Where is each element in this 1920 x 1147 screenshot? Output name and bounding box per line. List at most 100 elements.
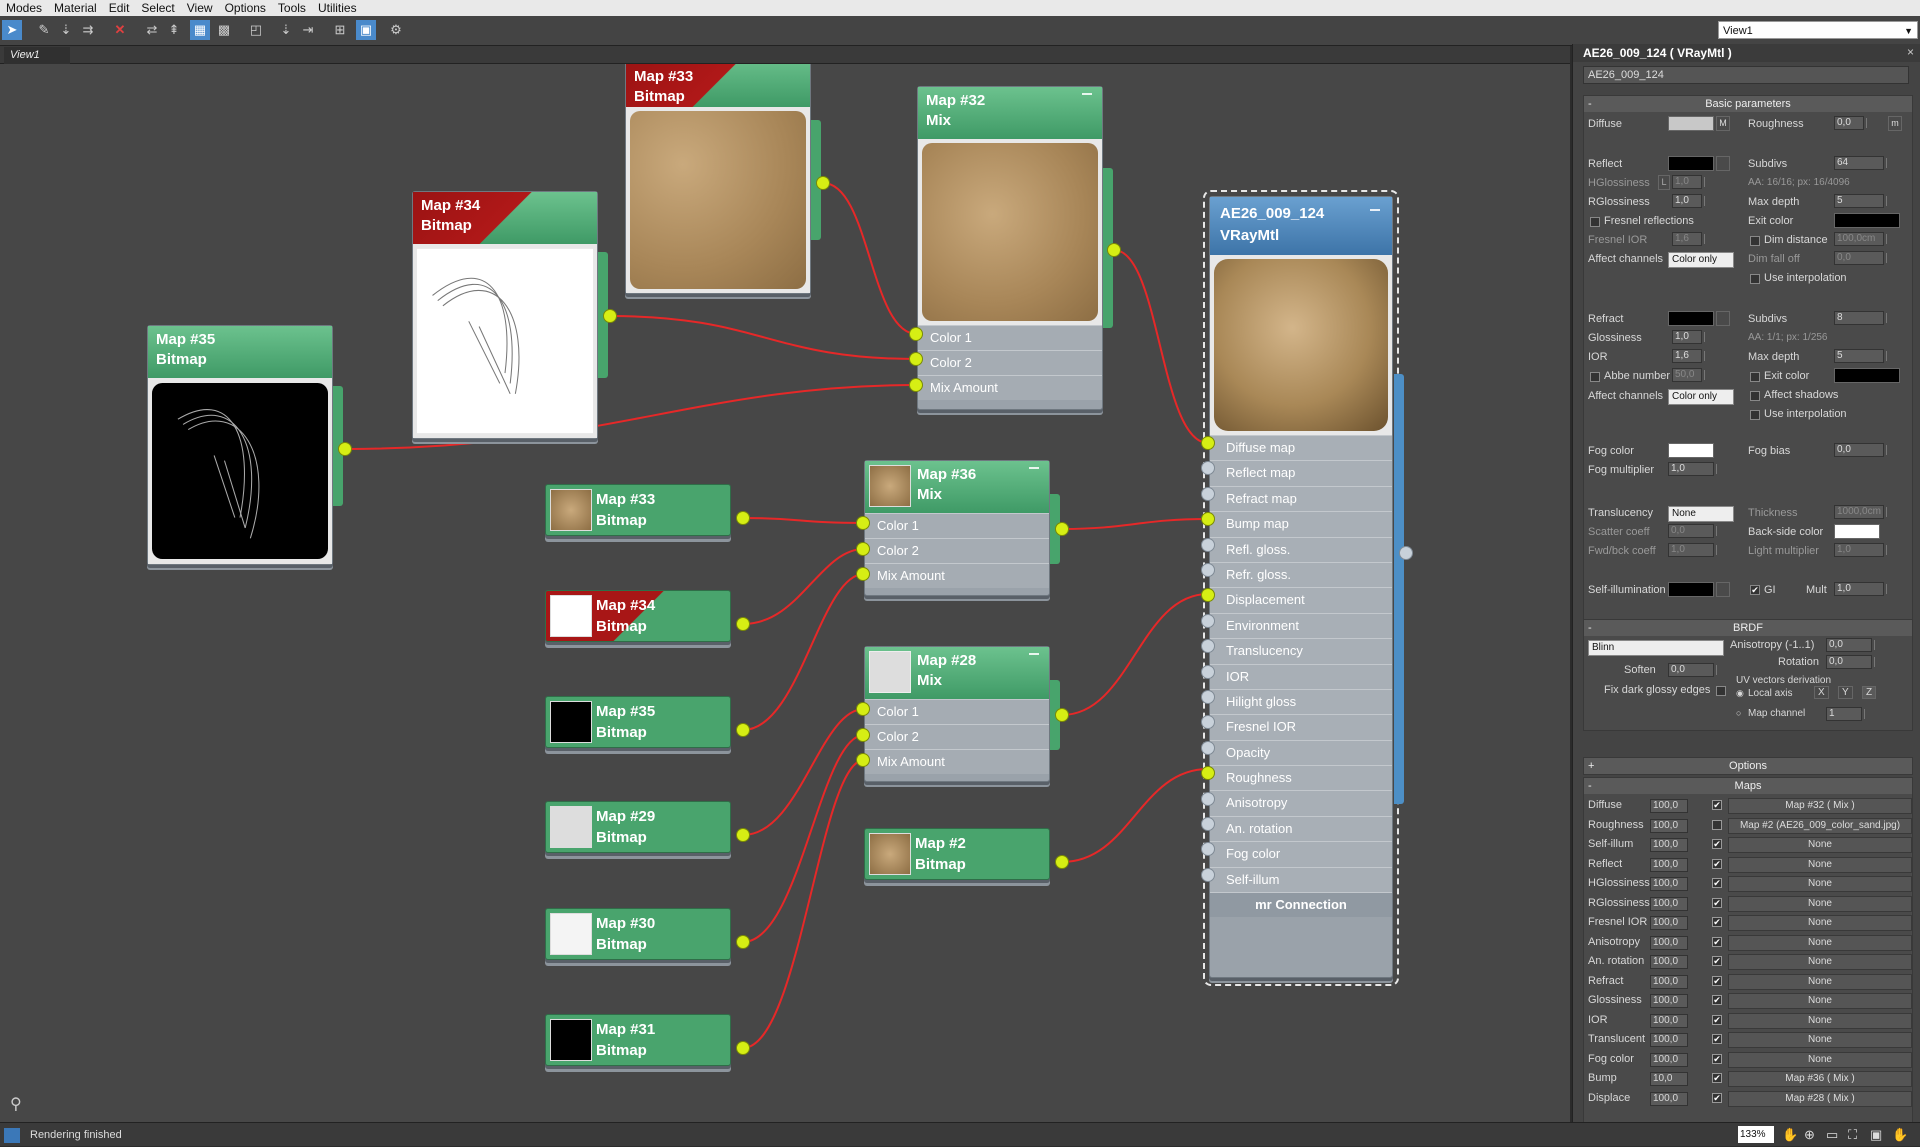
- input-port-color1[interactable]: [909, 327, 923, 341]
- menu-options[interactable]: Options: [219, 0, 272, 16]
- map-enable-checkbox[interactable]: ✔: [1712, 1092, 1722, 1103]
- vray-slot[interactable]: Refr. gloss.: [1210, 561, 1392, 588]
- zoom-icon[interactable]: ⊕: [1804, 1123, 1815, 1147]
- node-map33-bitmap[interactable]: Map #33 Bitmap: [625, 64, 811, 294]
- map-button[interactable]: None: [1728, 915, 1912, 931]
- input-port-color1[interactable]: [856, 516, 870, 530]
- map-button[interactable]: None: [1728, 954, 1912, 970]
- node-canvas[interactable]: Map #35 Bitmap Map #34 Bitmap Map #33 Bitma…: [0, 64, 1570, 1122]
- map-amount-spinner[interactable]: 100,0: [1650, 935, 1688, 950]
- output-port[interactable]: [338, 442, 352, 456]
- zoom-region-icon[interactable]: ▭: [1826, 1123, 1838, 1147]
- reflect-map-button[interactable]: [1716, 156, 1730, 171]
- subdivs-spinner[interactable]: 64: [1834, 156, 1887, 170]
- menu-edit[interactable]: Edit: [103, 0, 136, 16]
- light-multiplier-spinner[interactable]: 1,0: [1834, 543, 1887, 557]
- roughness-map-button[interactable]: m: [1888, 116, 1902, 131]
- collapse-icon[interactable]: -: [1588, 96, 1592, 112]
- map-amount-spinner[interactable]: 100,0: [1650, 1052, 1688, 1067]
- map-enable-checkbox[interactable]: ✔: [1712, 917, 1722, 927]
- map-amount-spinner[interactable]: 100,0: [1650, 877, 1688, 891]
- map-enable-checkbox[interactable]: ✔: [1712, 975, 1722, 986]
- map-button[interactable]: Map #28 ( Mix ): [1728, 1090, 1912, 1107]
- slot-color1[interactable]: Color 1: [865, 699, 1049, 724]
- output-port[interactable]: [1055, 522, 1069, 536]
- input-port-mix[interactable]: [909, 378, 923, 392]
- refract-subdivs-spinner[interactable]: 8: [1834, 311, 1887, 325]
- node-vraymtl[interactable]: AE26_009_124 VRayMtl Diffuse map Reflect m…: [1209, 196, 1393, 978]
- menu-view[interactable]: View: [181, 0, 219, 16]
- axis-y-button[interactable]: Y: [1838, 686, 1853, 699]
- map-enable-checkbox[interactable]: ✔: [1712, 995, 1722, 1005]
- map-button[interactable]: None: [1728, 1012, 1912, 1029]
- material-name-field[interactable]: AE26_009_124: [1583, 66, 1909, 84]
- map-enable-checkbox[interactable]: ✔: [1712, 1053, 1722, 1064]
- vray-input-port[interactable]: [1201, 817, 1215, 831]
- fog-bias-spinner[interactable]: 0,0: [1834, 443, 1887, 457]
- fog-multiplier-spinner[interactable]: 1,0: [1668, 462, 1717, 476]
- self-illumination-swatch[interactable]: [1668, 582, 1714, 597]
- menu-select[interactable]: Select: [135, 0, 180, 16]
- output-port[interactable]: [736, 617, 750, 631]
- minimize-icon[interactable]: [1029, 467, 1039, 469]
- map-enable-checkbox[interactable]: ✔: [1712, 1073, 1722, 1083]
- node-small-map30[interactable]: Map #30 Bitmap: [545, 908, 731, 960]
- vray-slot[interactable]: Fog color: [1210, 841, 1392, 867]
- map-enable-checkbox[interactable]: ✔: [1712, 956, 1722, 966]
- material-browser-icon[interactable]: ⚙: [386, 20, 406, 40]
- zoom-field[interactable]: 133%: [1738, 1126, 1774, 1143]
- vray-slot[interactable]: Refl. gloss.: [1210, 536, 1392, 562]
- use-interpolation-checkbox[interactable]: [1750, 274, 1760, 284]
- refract-use-interp-checkbox[interactable]: [1750, 410, 1760, 420]
- map-enable-checkbox[interactable]: ✔: [1712, 839, 1722, 849]
- vray-input-port[interactable]: [1201, 563, 1215, 577]
- render-map-icon[interactable]: ◰: [246, 20, 266, 40]
- dim-distance-spinner[interactable]: 100,0cm: [1834, 232, 1887, 246]
- output-port[interactable]: [736, 935, 750, 949]
- slot-color2[interactable]: Color 2: [865, 538, 1049, 563]
- view-selector[interactable]: View1 ▼: [1718, 21, 1918, 39]
- map-enable-checkbox[interactable]: ✔: [1712, 897, 1722, 908]
- affect-shadows-checkbox[interactable]: [1750, 391, 1760, 401]
- mr-connection[interactable]: mr Connection: [1210, 892, 1392, 918]
- exit-color-swatch[interactable]: [1834, 213, 1900, 228]
- reflect-swatch[interactable]: [1668, 156, 1714, 171]
- map-amount-spinner[interactable]: 100,0: [1650, 994, 1688, 1008]
- map-amount-spinner[interactable]: 100,0: [1650, 974, 1688, 989]
- fresnel-ior-spinner[interactable]: 1,6: [1672, 232, 1705, 246]
- vray-slot[interactable]: Diffuse map: [1210, 435, 1392, 461]
- map-enable-checkbox[interactable]: ✔: [1712, 936, 1722, 947]
- diffuse-map-button[interactable]: M: [1716, 116, 1730, 131]
- input-port-color2[interactable]: [909, 352, 923, 366]
- fresnel-checkbox[interactable]: [1590, 217, 1600, 227]
- vray-input-port[interactable]: [1201, 537, 1215, 552]
- ior-spinner[interactable]: 1,6: [1672, 349, 1705, 363]
- menu-modes[interactable]: Modes: [0, 0, 48, 16]
- anisotropy-spinner[interactable]: 0,0: [1826, 638, 1875, 652]
- output-port[interactable]: [1055, 855, 1069, 869]
- slot-mix-amount[interactable]: Mix Amount: [865, 563, 1049, 588]
- output-port[interactable]: [736, 828, 750, 842]
- node-map34-bitmap[interactable]: Map #34 Bitmap: [412, 191, 598, 439]
- output-port[interactable]: [1055, 708, 1069, 722]
- vray-slot[interactable]: Translucency: [1210, 638, 1392, 664]
- node-map28-mix[interactable]: Map #28 Mix Color 1 Color 2 Mix Amount: [864, 646, 1050, 782]
- abbe-spinner[interactable]: 50,0: [1672, 368, 1705, 382]
- map-amount-spinner[interactable]: 100,0: [1650, 896, 1688, 911]
- axis-x-button[interactable]: X: [1814, 686, 1829, 699]
- fix-dark-edges-checkbox[interactable]: [1716, 686, 1726, 696]
- binoculars-icon[interactable]: ⚲: [10, 1094, 22, 1114]
- vray-slot[interactable]: Hilight gloss: [1210, 688, 1392, 715]
- vray-slot[interactable]: Opacity: [1210, 739, 1392, 766]
- zoom-extents-icon[interactable]: ⛶: [1848, 1123, 1857, 1147]
- node-small-map29[interactable]: Map #29 Bitmap: [545, 801, 731, 853]
- menu-tools[interactable]: Tools: [272, 0, 312, 16]
- dim-fall-off-spinner[interactable]: 0,0: [1834, 251, 1887, 265]
- map-button[interactable]: None: [1728, 895, 1912, 912]
- map-amount-spinner[interactable]: 100,0: [1650, 818, 1688, 833]
- input-port-mix[interactable]: [856, 753, 870, 767]
- vray-slot[interactable]: Anisotropy: [1210, 790, 1392, 816]
- output-port[interactable]: [736, 511, 750, 525]
- output-port[interactable]: [736, 1041, 750, 1055]
- slot-mix-amount[interactable]: Mix Amount: [918, 375, 1102, 400]
